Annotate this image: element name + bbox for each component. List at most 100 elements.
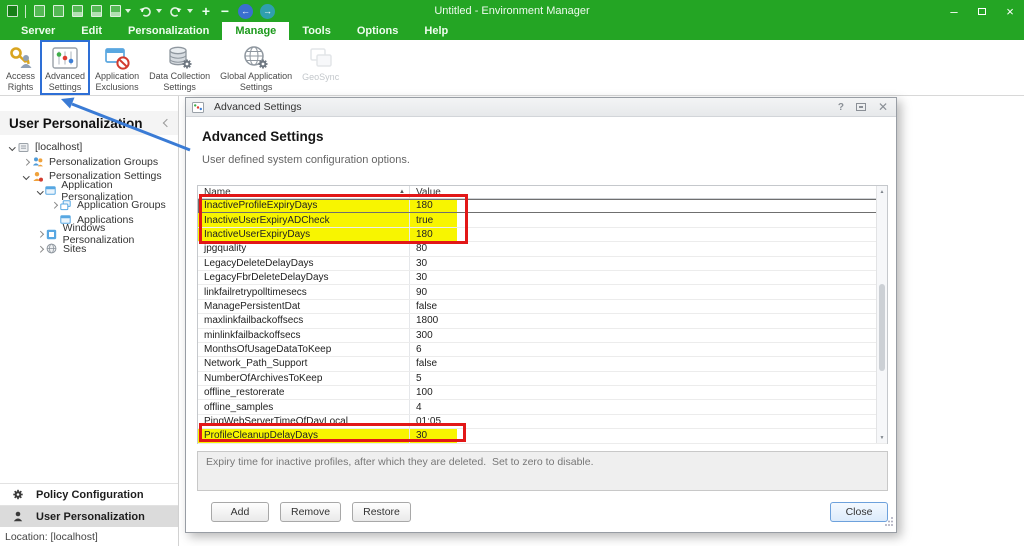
sidebar-header: User Personalization — [0, 111, 178, 135]
global-application-settings-button[interactable]: Global ApplicationSettings — [215, 40, 297, 95]
table-row-offline_restorerate[interactable]: offline_restorerate100 — [198, 386, 887, 400]
advanced-settings-button[interactable]: AdvancedSettings — [40, 40, 90, 95]
tab-help[interactable]: Help — [411, 22, 461, 40]
add-icon[interactable]: + — [200, 4, 212, 18]
open-icon[interactable] — [52, 4, 64, 18]
expand-node-icon[interactable] — [35, 232, 46, 237]
setting-name: ProfileCleanupDelayDays — [198, 429, 410, 442]
table-row-inactiveuserexpirydays[interactable]: InactiveUserExpiryDays180 — [198, 228, 887, 242]
redo-icon[interactable] — [169, 4, 183, 18]
application-exclusions-button[interactable]: ApplicationExclusions — [90, 40, 144, 95]
nav-item-user-personalization[interactable]: User Personalization — [0, 505, 178, 527]
tab-server[interactable]: Server — [8, 22, 68, 40]
expand-node-icon[interactable] — [21, 160, 32, 165]
nav-item-policy-configuration[interactable]: Policy Configuration — [0, 483, 178, 505]
window-icon — [45, 185, 57, 196]
server-icon — [18, 142, 31, 153]
access-rights-button[interactable]: AccessRights — [1, 40, 40, 95]
restore-button[interactable]: Restore — [352, 502, 411, 522]
dialog-close-icon[interactable]: ✕ — [878, 100, 888, 114]
table-row-managepersistentdat[interactable]: ManagePersistentDatfalse — [198, 300, 887, 314]
scroll-down-icon[interactable]: ▼ — [880, 432, 885, 443]
restore-icon[interactable] — [968, 0, 996, 22]
setting-value: 30 — [410, 257, 887, 270]
remove-button[interactable]: Remove — [280, 502, 341, 522]
collapse-sidebar-icon[interactable] — [163, 119, 171, 127]
setting-value: 100 — [410, 386, 887, 399]
tree-item-localhost[interactable]: [localhost] — [0, 140, 178, 155]
table-row-minlinkfailbackoffsecs[interactable]: minlinkfailbackoffsecs300 — [198, 329, 887, 343]
back-icon[interactable]: ← — [238, 4, 253, 18]
setting-name: Network_Path_Support — [198, 357, 410, 370]
collapse-node-icon[interactable] — [35, 189, 45, 194]
setting-name: minlinkfailbackoffsecs — [198, 329, 410, 342]
expand-node-icon[interactable] — [35, 247, 46, 252]
setting-name: ManagePersistentDat — [198, 300, 410, 313]
sidebar: User Personalization [localhost]Personal… — [0, 96, 179, 546]
vertical-scrollbar[interactable]: ▲ ▼ — [876, 186, 887, 443]
app-icon[interactable] — [6, 4, 18, 18]
collapse-node-icon[interactable] — [7, 145, 18, 150]
undo-dropdown-icon[interactable] — [156, 9, 162, 13]
new-document-icon[interactable] — [33, 4, 45, 18]
setting-name: InactiveUserExpiryDays — [198, 228, 410, 241]
minimize-icon[interactable]: – — [940, 0, 968, 22]
setting-value: 180 — [410, 199, 887, 212]
table-row-legacydeletedelaydays[interactable]: LegacyDeleteDelayDays30 — [198, 257, 887, 271]
redo-dropdown-icon[interactable] — [187, 9, 193, 13]
expand-node-icon[interactable] — [49, 203, 60, 208]
tree-item-application-groups[interactable]: Application Groups — [0, 198, 178, 213]
ribbon-button-label: Data CollectionSettings — [149, 71, 210, 92]
tree-item-windows-personalization[interactable]: Windows Personalization — [0, 227, 178, 242]
table-row-numberofarchivestokeep[interactable]: NumberOfArchivesToKeep5 — [198, 372, 887, 386]
column-header-value[interactable]: Value — [410, 186, 887, 198]
globe-icon — [46, 243, 59, 254]
table-row-linkfailretrypolltimesecs[interactable]: linkfailretrypolltimesecs90 — [198, 285, 887, 299]
add-button[interactable]: Add — [211, 502, 269, 522]
remove-icon[interactable]: − — [219, 4, 231, 18]
save-all-icon[interactable] — [109, 4, 121, 18]
save-icon[interactable] — [71, 4, 83, 18]
column-header-name[interactable]: Name ▲ — [198, 186, 410, 198]
scrollbar-thumb[interactable] — [879, 284, 885, 371]
tab-edit[interactable]: Edit — [68, 22, 115, 40]
close-icon[interactable]: × — [996, 0, 1024, 22]
window-controls: – × — [940, 0, 1024, 22]
dialog-restore-icon[interactable] — [856, 103, 866, 111]
tab-manage[interactable]: Manage — [222, 22, 289, 40]
dialog-buttons: Add Remove Restore Close — [197, 502, 888, 522]
save-as-icon[interactable] — [90, 4, 102, 18]
geosync-button[interactable]: GeoSync — [297, 40, 344, 95]
collapse-node-icon[interactable] — [21, 174, 32, 179]
table-row-profilecleanupdelaydays[interactable]: ProfileCleanupDelayDays30 — [198, 429, 887, 443]
save-all-dropdown-icon[interactable] — [125, 9, 131, 13]
toolbar-separator — [25, 5, 26, 18]
tree-item-application-personalization[interactable]: Application Personalization — [0, 184, 178, 199]
access-rights-icon — [7, 44, 35, 71]
undo-icon[interactable] — [138, 4, 152, 18]
table-row-inactiveprofileexpirydays[interactable]: InactiveProfileExpiryDays180 — [198, 199, 887, 213]
tab-options[interactable]: Options — [344, 22, 412, 40]
table-row-offline_samples[interactable]: offline_samples4 — [198, 400, 887, 414]
help-icon[interactable]: ? — [838, 102, 844, 113]
scroll-up-icon[interactable]: ▲ — [880, 186, 885, 197]
table-row-pingwebservertimeofdaylocal[interactable]: PingWebServerTimeOfDayLocal01:05 — [198, 415, 887, 429]
tab-tools[interactable]: Tools — [289, 22, 344, 40]
setting-name: PingWebServerTimeOfDayLocal — [198, 415, 410, 428]
forward-icon[interactable]: → — [260, 4, 275, 18]
table-header: Name ▲ Value — [198, 186, 887, 199]
tree-item-personalization-groups[interactable]: Personalization Groups — [0, 155, 178, 170]
table-row-network_path_support[interactable]: Network_Path_Supportfalse — [198, 357, 887, 371]
setting-name: InactiveProfileExpiryDays — [198, 199, 410, 212]
tab-personalization[interactable]: Personalization — [115, 22, 222, 40]
table-row-monthsofusagedatatokeep[interactable]: MonthsOfUsageDataToKeep6 — [198, 343, 887, 357]
data-collection-settings-button[interactable]: Data CollectionSettings — [144, 40, 215, 95]
table-row-inactiveuserexpiryadcheck[interactable]: InactiveUserExpiryADChecktrue — [198, 213, 887, 227]
table-row-jpgquality[interactable]: jpgquality80 — [198, 242, 887, 256]
setting-description: Expiry time for inactive profiles, after… — [197, 451, 888, 491]
table-row-legacyfbrdeletedelaydays[interactable]: LegacyFbrDeleteDelayDays30 — [198, 271, 887, 285]
resize-grip[interactable] — [884, 513, 894, 531]
table-row-maxlinkfailbackoffsecs[interactable]: maxlinkfailbackoffsecs1800 — [198, 314, 887, 328]
ribbon-toolbar: AccessRightsAdvancedSettingsApplicationE… — [0, 40, 1024, 96]
close-button[interactable]: Close — [830, 502, 888, 522]
